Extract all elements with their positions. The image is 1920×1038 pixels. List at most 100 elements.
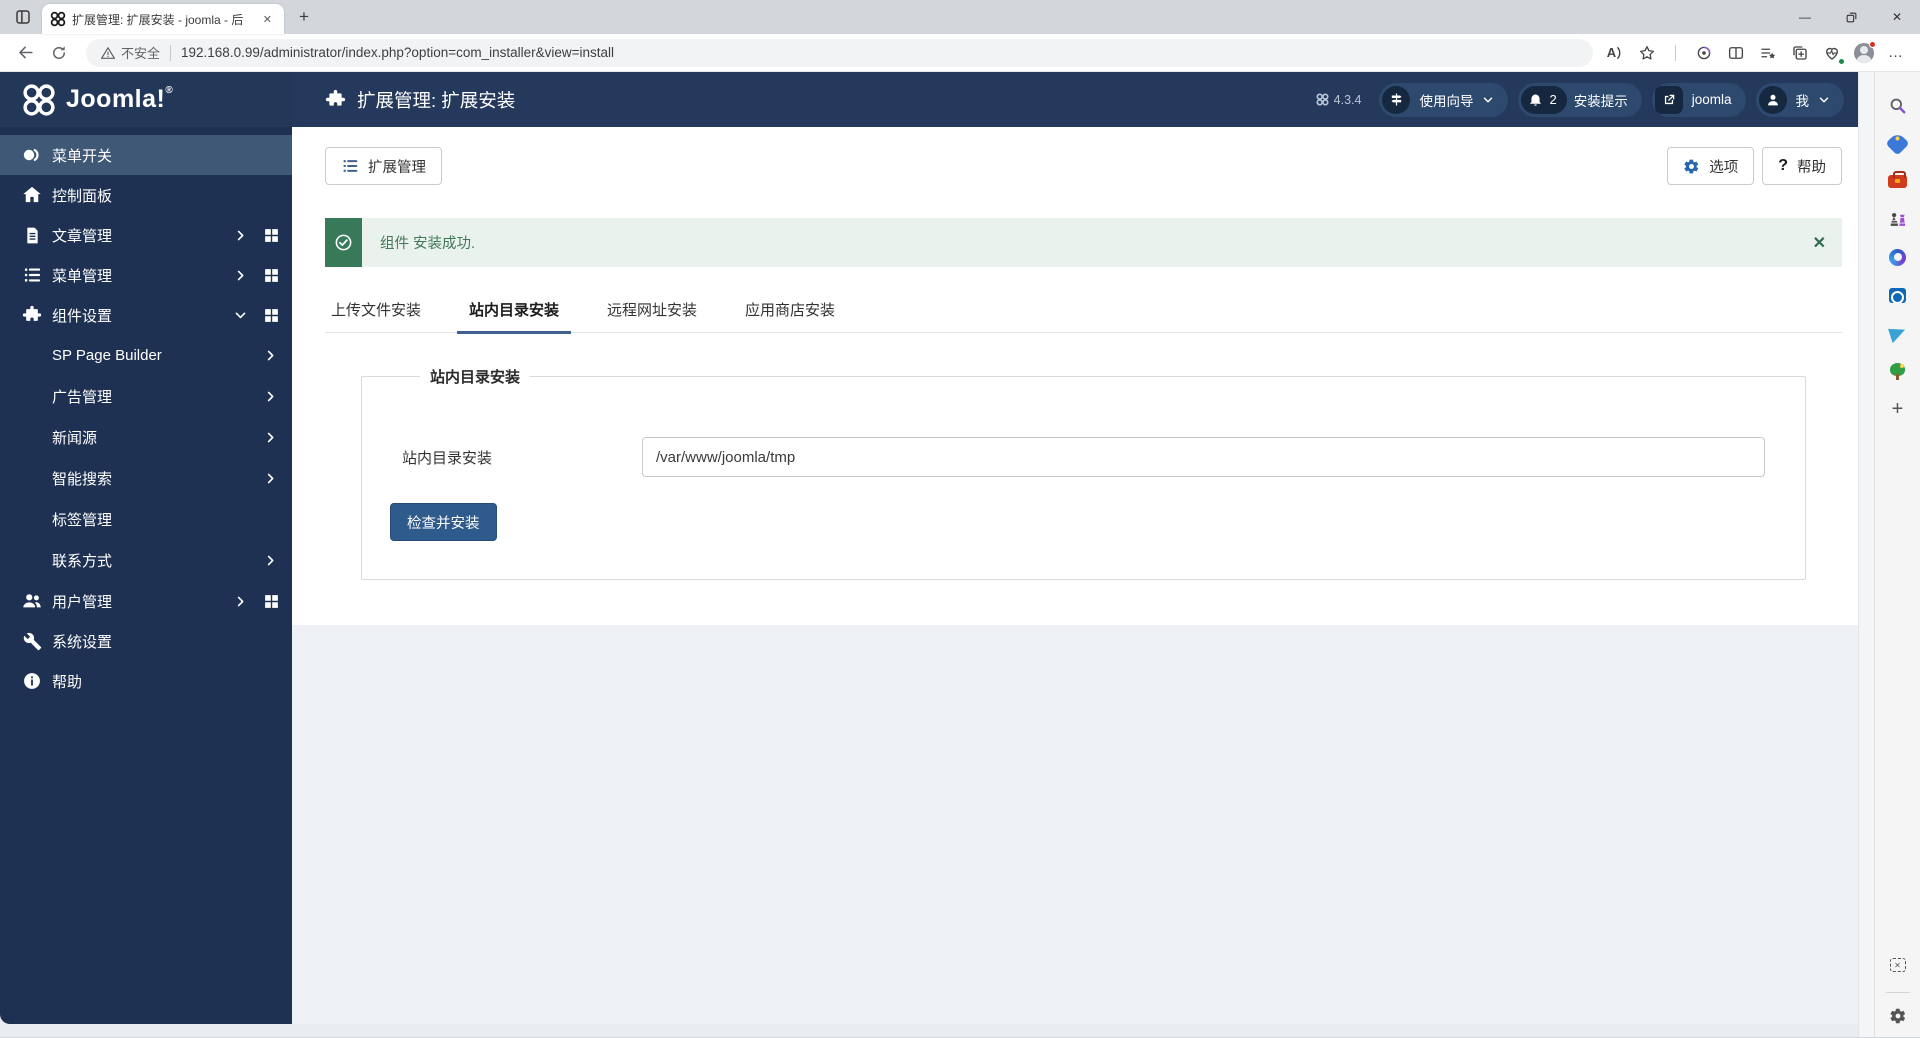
profile-avatar[interactable] bbox=[1850, 39, 1878, 67]
sidebar-settings-gear-icon[interactable] bbox=[1881, 999, 1915, 1033]
preview-site-button[interactable]: joomla bbox=[1651, 82, 1746, 117]
chevron-right-icon bbox=[262, 348, 278, 364]
notification-count-badge: 2 bbox=[1549, 92, 1557, 107]
dashboard-grid-icon[interactable] bbox=[263, 307, 280, 324]
tools-icon[interactable] bbox=[1881, 164, 1915, 198]
sidebar-subitem-tags[interactable]: 标签管理 bbox=[0, 499, 292, 540]
info-icon bbox=[20, 669, 44, 693]
sidebar-subitem-newsfeeds[interactable]: 新闻源 bbox=[0, 417, 292, 458]
notifications-button[interactable]: 2 安装提示 bbox=[1518, 82, 1642, 117]
sidebar-item-system[interactable]: 系统设置 bbox=[0, 621, 292, 661]
url-bar[interactable]: 不安全 192.168.0.99/administrator/index.php… bbox=[86, 38, 1593, 67]
user-icon bbox=[1758, 85, 1787, 114]
chevron-right-icon bbox=[262, 430, 278, 446]
signpost-icon bbox=[1382, 85, 1411, 114]
new-tab-button[interactable]: + bbox=[290, 4, 318, 30]
web-capture-icon[interactable]: ✕ bbox=[1881, 948, 1915, 982]
help-button[interactable]: ? 帮助 bbox=[1762, 147, 1842, 185]
sidebar-subitem-banners[interactable]: 广告管理 bbox=[0, 376, 292, 417]
chevron-right-icon bbox=[262, 471, 278, 487]
tab-title: 扩展管理: 扩展安装 - joomla - 后 bbox=[72, 12, 244, 27]
chevron-right-icon bbox=[262, 389, 278, 405]
browser-tab[interactable]: 扩展管理: 扩展安装 - joomla - 后 ✕ bbox=[42, 4, 284, 34]
install-tabs: 上传文件安装 站内目录安装 远程网址安装 应用商店安装 bbox=[325, 288, 1842, 334]
window-restore-button[interactable] bbox=[1828, 0, 1874, 34]
page-toolbar: 扩展管理 选项 ? 帮助 bbox=[325, 147, 1842, 185]
grow-tree-icon[interactable] bbox=[1881, 354, 1915, 388]
customize-sidebar-icon[interactable]: + bbox=[1881, 392, 1915, 426]
extension-manager-button[interactable]: 扩展管理 bbox=[325, 147, 442, 185]
joomla-logo-icon bbox=[23, 83, 55, 116]
essentials-status-dot bbox=[1838, 57, 1845, 65]
sidebar-item-help[interactable]: 帮助 bbox=[0, 661, 292, 701]
microsoft-365-icon[interactable] bbox=[1881, 240, 1915, 274]
split-screen-icon[interactable] bbox=[1722, 39, 1750, 67]
copilot-icon[interactable] bbox=[1690, 39, 1718, 67]
check-and-install-button[interactable]: 检查并安装 bbox=[390, 503, 497, 541]
gear-icon bbox=[1684, 159, 1699, 173]
sidebar-item-menus[interactable]: 菜单管理 bbox=[0, 255, 292, 295]
joomla-favicon-icon bbox=[50, 11, 66, 27]
search-icon[interactable] bbox=[1881, 88, 1915, 122]
joomla-version: 4.3.4 bbox=[1316, 93, 1361, 107]
wrench-icon bbox=[20, 629, 44, 653]
sidebar-item-menu-toggle[interactable]: 菜单开关 bbox=[0, 135, 292, 175]
sidebar-item-users[interactable]: 用户管理 bbox=[0, 581, 292, 621]
tab-install-from-url[interactable]: 远程网址安装 bbox=[601, 288, 703, 332]
site-security-chip[interactable]: 不安全 bbox=[100, 43, 160, 62]
warning-icon bbox=[101, 46, 115, 59]
drop-icon[interactable] bbox=[1881, 316, 1915, 350]
outlook-icon[interactable] bbox=[1881, 278, 1915, 312]
sidebar-divider bbox=[1885, 992, 1910, 993]
guided-tour-button[interactable]: 使用向导 bbox=[1379, 82, 1509, 117]
sidebar-subitem-smart-search[interactable]: 智能搜索 bbox=[0, 458, 292, 499]
users-icon bbox=[20, 589, 44, 613]
profile-notification-dot bbox=[1869, 40, 1876, 48]
sidebar-subitem-contacts[interactable]: 联系方式 bbox=[0, 540, 292, 581]
chevron-down-icon bbox=[1484, 97, 1493, 102]
menu-list-icon bbox=[20, 263, 44, 287]
favorites-star-icon[interactable] bbox=[1633, 39, 1661, 67]
tab-close-icon[interactable]: ✕ bbox=[259, 11, 276, 28]
collections-icon[interactable] bbox=[1754, 39, 1782, 67]
browser-tab-bar: 扩展管理: 扩展安装 - joomla - 后 ✕ + — ✕ bbox=[0, 0, 1920, 34]
dashboard-grid-icon[interactable] bbox=[263, 593, 280, 610]
question-mark-icon: ? bbox=[1778, 157, 1788, 174]
read-aloud-icon[interactable]: A bbox=[1601, 39, 1629, 67]
user-menu-button[interactable]: 我 bbox=[1755, 82, 1844, 117]
window-minimize-button[interactable]: — bbox=[1782, 0, 1828, 34]
security-label: 不安全 bbox=[121, 46, 161, 61]
tab-actions-menu-icon[interactable] bbox=[8, 4, 38, 30]
page-title: 扩展管理: 扩展安装 bbox=[325, 87, 515, 113]
dashboard-grid-icon[interactable] bbox=[263, 227, 280, 244]
sidebar-item-components[interactable]: 组件设置 bbox=[0, 295, 292, 335]
window-close-button[interactable]: ✕ bbox=[1874, 0, 1920, 34]
tab-install-from-web[interactable]: 应用商店安装 bbox=[739, 288, 841, 332]
list-icon bbox=[343, 160, 358, 172]
alert-close-icon[interactable]: ✕ bbox=[1797, 218, 1842, 267]
tab-duplicate-icon[interactable] bbox=[1786, 39, 1814, 67]
sidebar-subitem-sp-page-builder[interactable]: SP Page Builder bbox=[0, 335, 292, 376]
check-circle-icon bbox=[325, 218, 362, 267]
more-menu-icon[interactable]: … bbox=[1882, 39, 1910, 67]
folder-path-input[interactable] bbox=[642, 437, 1765, 477]
refresh-icon[interactable] bbox=[44, 38, 74, 68]
page-scrollbar[interactable] bbox=[1858, 72, 1874, 1037]
sidebar-item-articles[interactable]: 文章管理 bbox=[0, 215, 292, 255]
tab-install-from-folder[interactable]: 站内目录安装 bbox=[457, 288, 572, 334]
options-button[interactable]: 选项 bbox=[1667, 147, 1755, 185]
panel-legend: 站内目录安装 bbox=[430, 369, 521, 386]
bell-icon bbox=[1521, 86, 1549, 114]
shopping-icon[interactable] bbox=[1881, 126, 1915, 160]
games-icon[interactable] bbox=[1881, 202, 1915, 236]
puzzle-icon bbox=[20, 303, 44, 327]
toolbar-divider bbox=[1675, 44, 1676, 61]
browser-address-bar: 不安全 192.168.0.99/administrator/index.php… bbox=[0, 34, 1920, 72]
chevron-right-icon bbox=[232, 227, 248, 243]
browser-essentials-icon[interactable] bbox=[1818, 39, 1846, 67]
dashboard-grid-icon[interactable] bbox=[263, 267, 280, 284]
back-icon[interactable] bbox=[10, 38, 40, 68]
sidebar-item-control-panel[interactable]: 控制面板 bbox=[0, 175, 292, 215]
external-link-icon bbox=[1654, 85, 1683, 114]
tab-upload-package[interactable]: 上传文件安装 bbox=[325, 288, 427, 332]
